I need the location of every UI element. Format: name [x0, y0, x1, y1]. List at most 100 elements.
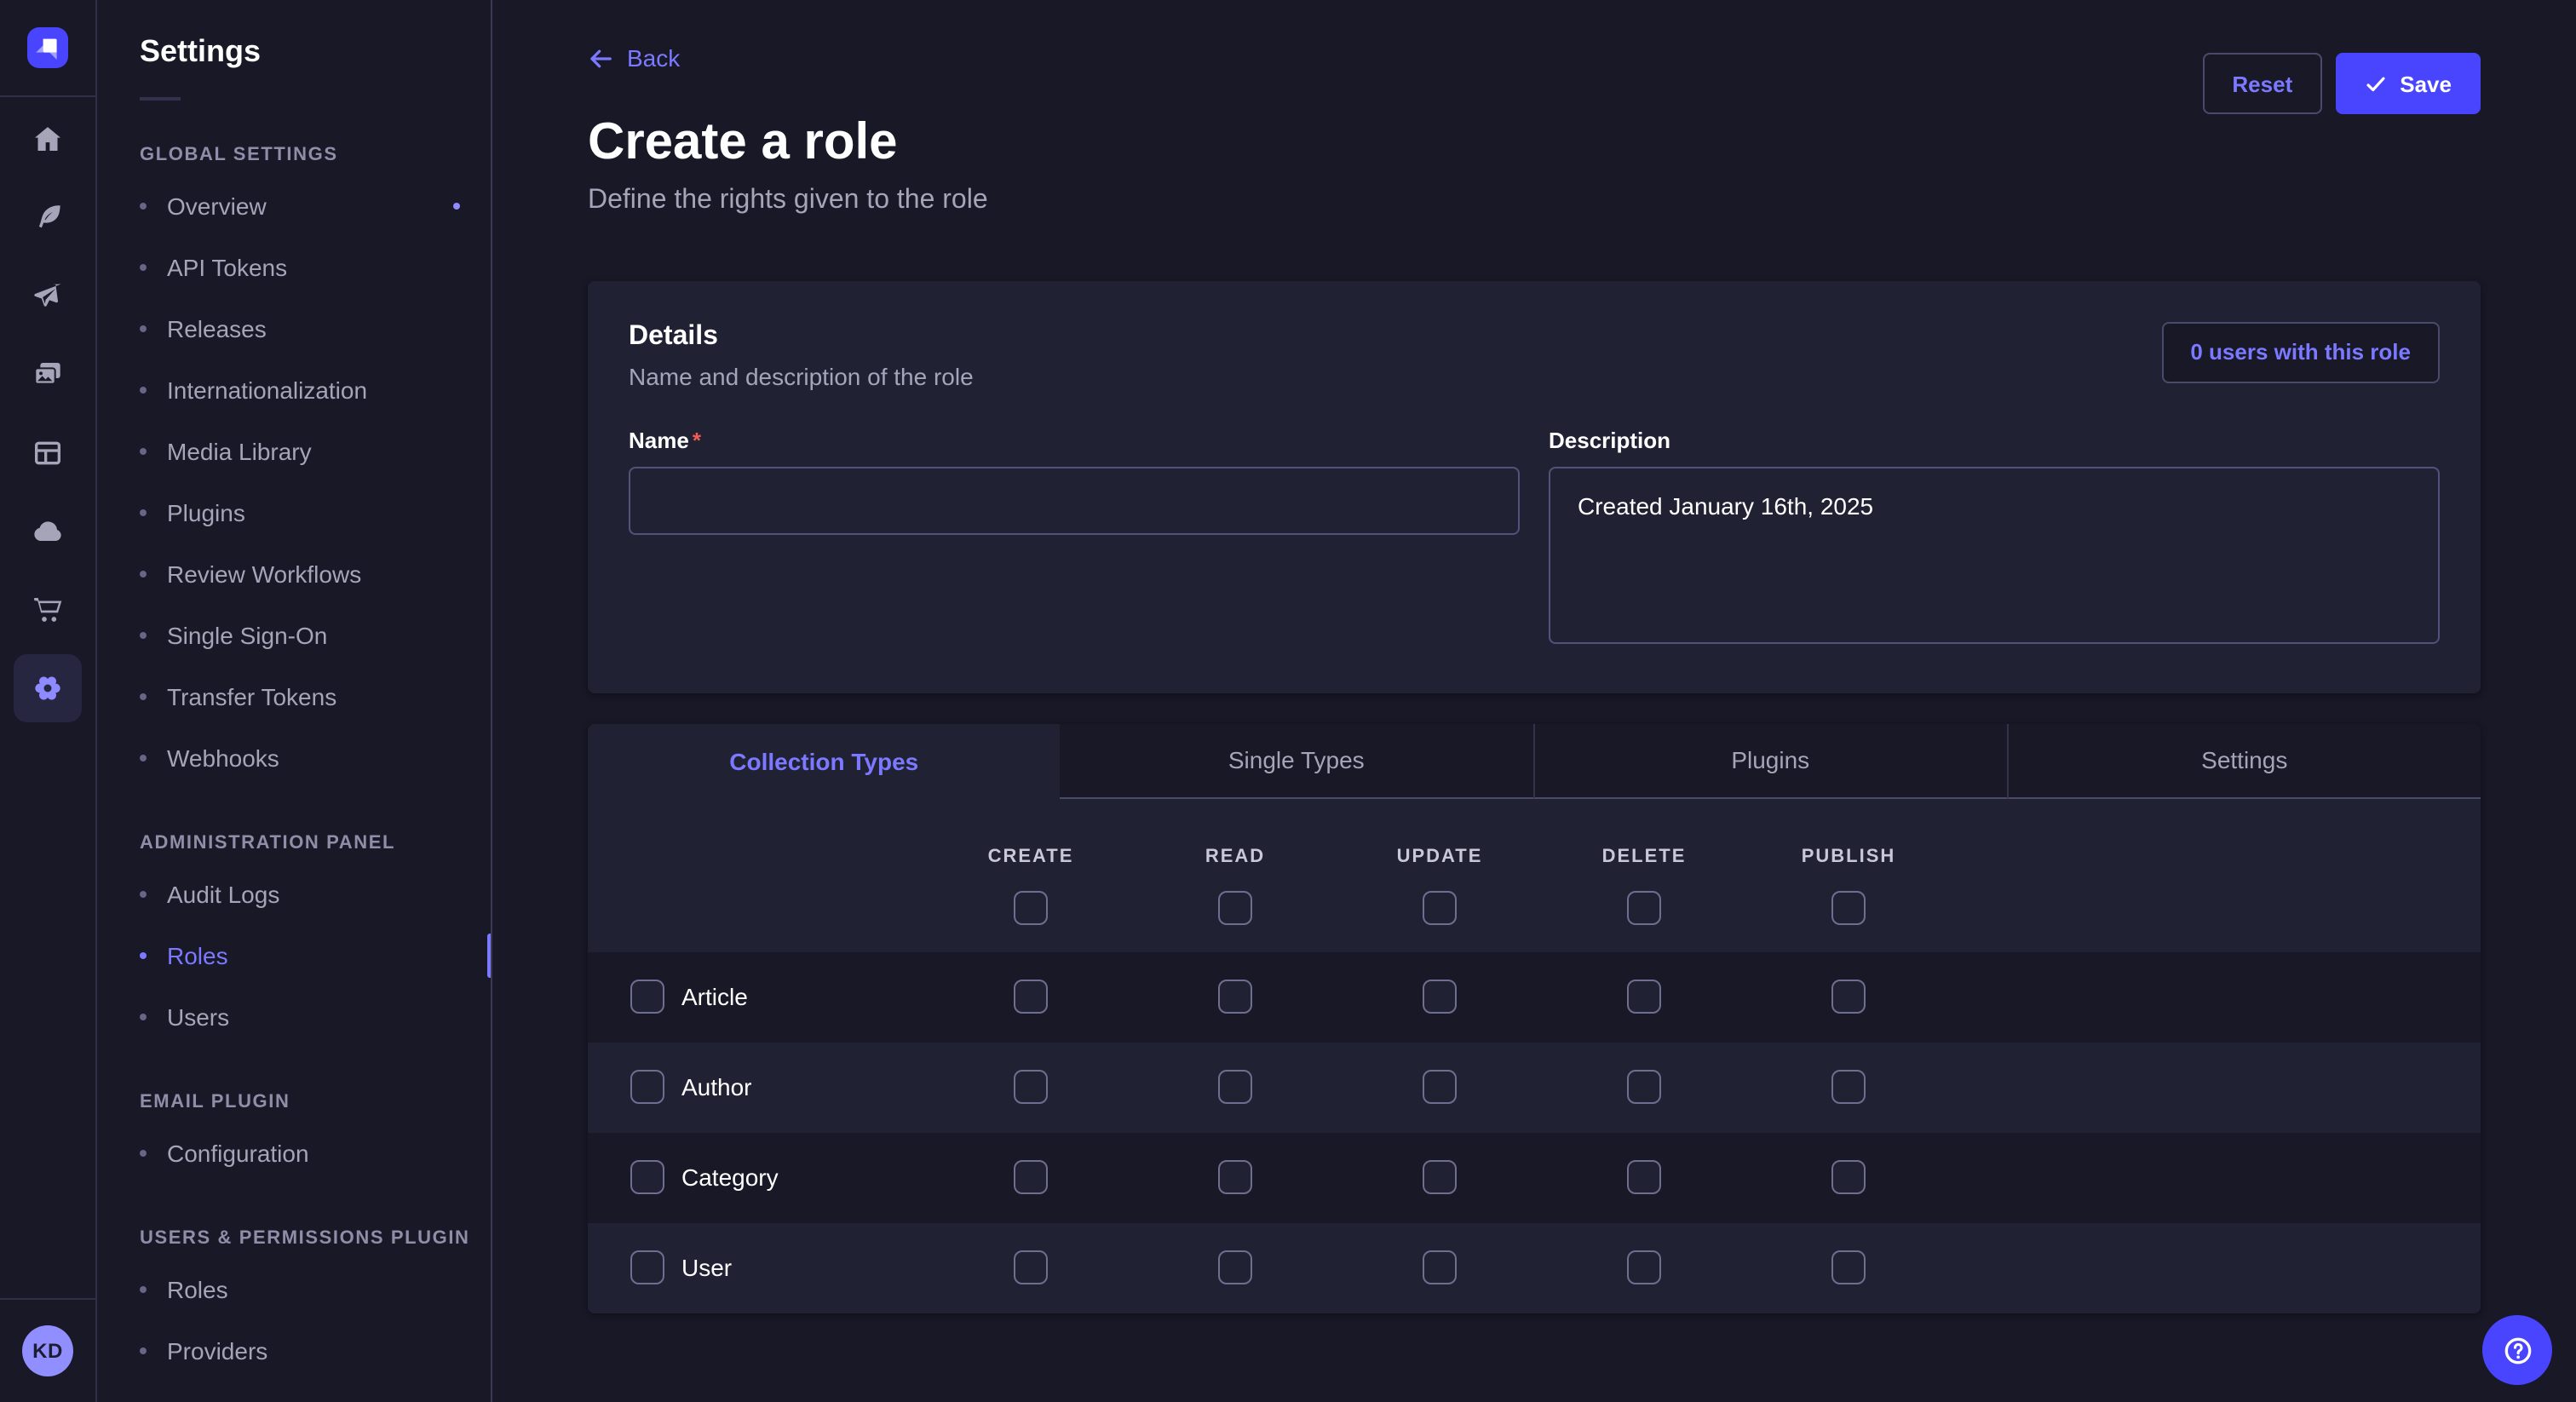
sidebar-item-releases[interactable]: Releases — [123, 298, 491, 359]
name-input[interactable] — [629, 466, 1520, 534]
users-with-role-button[interactable]: 0 users with this role — [2161, 321, 2440, 382]
name-field-group: Name* — [629, 427, 1520, 652]
checkbox-user-delete[interactable] — [1627, 1250, 1661, 1284]
nav-section-label: USERS & PERMISSIONS PLUGIN — [140, 1228, 491, 1249]
sidebar-item-users[interactable]: Users — [123, 986, 491, 1048]
sidebar-item-roles-admin[interactable]: Roles — [123, 925, 491, 986]
nav-section-label: EMAIL PLUGIN — [140, 1092, 491, 1112]
column-header-create: CREATE — [988, 846, 1074, 866]
checkbox-category-create[interactable] — [1014, 1160, 1048, 1194]
checkbox-user-create[interactable] — [1014, 1250, 1048, 1284]
sidebar-item-plugins[interactable]: Plugins — [123, 482, 491, 543]
checkbox-author-delete[interactable] — [1627, 1070, 1661, 1104]
nav-section-label: GLOBAL SETTINGS — [140, 145, 491, 165]
rail-divider — [0, 1298, 95, 1300]
check-icon — [2364, 72, 2386, 95]
sidebar-item-single-sign-on[interactable]: Single Sign-On — [123, 605, 491, 666]
checkbox-category-update[interactable] — [1423, 1160, 1457, 1194]
checkbox-user-update[interactable] — [1423, 1250, 1457, 1284]
checkbox-user-read[interactable] — [1218, 1250, 1252, 1284]
paper-plane-icon[interactable] — [14, 262, 82, 330]
select-all-create-checkbox[interactable] — [1014, 890, 1048, 924]
sidebar-item-transfer-tokens[interactable]: Transfer Tokens — [123, 666, 491, 727]
checkbox-author-read[interactable] — [1218, 1070, 1252, 1104]
checkbox-category-read[interactable] — [1218, 1160, 1252, 1194]
bullet-icon — [140, 1014, 147, 1020]
checkbox-user-publish[interactable] — [1831, 1250, 1866, 1284]
checkbox-article-publish[interactable] — [1831, 980, 1866, 1014]
column-header-publish: PUBLISH — [1802, 846, 1896, 866]
row-select-checkbox-category[interactable] — [630, 1160, 664, 1194]
gear-icon[interactable] — [14, 654, 82, 722]
checkbox-author-publish[interactable] — [1831, 1070, 1866, 1104]
help-button[interactable] — [2482, 1315, 2552, 1385]
back-button[interactable]: Back — [588, 44, 680, 72]
main-content: Back Create a role Define the rights giv… — [492, 0, 2576, 1402]
checkbox-article-delete[interactable] — [1627, 980, 1661, 1014]
rail-bottom: KD — [0, 1298, 95, 1402]
bullet-icon — [140, 509, 147, 516]
checkbox-article-update[interactable] — [1423, 980, 1457, 1014]
sidebar-item-review-workflows[interactable]: Review Workflows — [123, 543, 491, 605]
user-avatar[interactable]: KD — [22, 1325, 73, 1376]
bullet-icon — [140, 1286, 147, 1293]
sidebar-item-internationalization[interactable]: Internationalization — [123, 359, 491, 421]
table-row-user: User — [588, 1222, 2481, 1313]
select-all-delete-checkbox[interactable] — [1627, 890, 1661, 924]
select-all-read-checkbox[interactable] — [1218, 890, 1252, 924]
row-select-checkbox-author[interactable] — [630, 1070, 664, 1104]
sidebar-item-media-library[interactable]: Media Library — [123, 421, 491, 482]
bullet-icon — [140, 952, 147, 959]
details-subtitle: Name and description of the role — [629, 362, 974, 389]
table-row-category: Category — [588, 1132, 2481, 1222]
description-field-group: Description Created January 16th, 2025 — [1549, 427, 2440, 652]
select-all-publish-checkbox[interactable] — [1831, 890, 1866, 924]
permissions-header-row: CREATE READ UPDATE DELETE PUBLISH — [588, 798, 2481, 951]
page-subtitle: Define the rights given to the role — [588, 185, 2481, 215]
header-actions: Reset Save — [2203, 53, 2481, 114]
bullet-icon — [140, 1347, 147, 1354]
tab-single-types[interactable]: Single Types — [1061, 723, 1533, 798]
cart-icon[interactable] — [14, 576, 82, 644]
sidebar-item-overview[interactable]: Overview — [123, 175, 491, 237]
save-button[interactable]: Save — [2335, 53, 2481, 114]
row-select-checkbox-user[interactable] — [630, 1250, 664, 1284]
required-asterisk: * — [693, 427, 701, 452]
sidebar-item-api-tokens[interactable]: API Tokens — [123, 237, 491, 298]
checkbox-category-delete[interactable] — [1627, 1160, 1661, 1194]
sidebar-item-audit-logs[interactable]: Audit Logs — [123, 864, 491, 925]
sidebar-item-configuration[interactable]: Configuration — [123, 1123, 491, 1184]
sidebar-title-divider — [140, 97, 181, 101]
tab-settings[interactable]: Settings — [2007, 723, 2481, 798]
column-header-update: UPDATE — [1397, 846, 1483, 866]
cloud-icon[interactable] — [14, 497, 82, 566]
tab-collection-types[interactable]: Collection Types — [588, 723, 1061, 798]
checkbox-author-create[interactable] — [1014, 1070, 1048, 1104]
select-all-update-checkbox[interactable] — [1423, 890, 1457, 924]
sidebar-item-providers[interactable]: Providers — [123, 1320, 491, 1382]
row-select-checkbox-article[interactable] — [630, 980, 664, 1014]
bullet-icon — [140, 203, 147, 210]
nav-section-administration-panel: ADMINISTRATION PANEL Audit Logs Roles Us… — [140, 833, 491, 1048]
icon-rail: KD — [0, 0, 97, 1402]
bullet-icon — [140, 325, 147, 332]
bullet-icon — [140, 693, 147, 700]
sidebar-item-roles-up[interactable]: Roles — [123, 1259, 491, 1320]
sidebar-item-webhooks[interactable]: Webhooks — [123, 727, 491, 789]
images-icon[interactable] — [14, 341, 82, 409]
home-icon[interactable] — [14, 106, 82, 174]
checkbox-article-create[interactable] — [1014, 980, 1048, 1014]
sidebar-title: Settings — [140, 34, 491, 70]
checkbox-category-publish[interactable] — [1831, 1160, 1866, 1194]
checkbox-article-read[interactable] — [1218, 980, 1252, 1014]
reset-button[interactable]: Reset — [2203, 53, 2321, 114]
description-textarea[interactable]: Created January 16th, 2025 — [1549, 466, 2440, 643]
tab-plugins[interactable]: Plugins — [1532, 723, 2007, 798]
notification-dot — [453, 203, 460, 210]
feather-icon[interactable] — [14, 184, 82, 252]
nav-section-global-settings: GLOBAL SETTINGS Overview API Tokens Rele… — [140, 145, 491, 789]
permissions-card: Collection Types Single Types Plugins Se… — [588, 723, 2481, 1313]
question-mark-icon — [2500, 1333, 2534, 1367]
checkbox-author-update[interactable] — [1423, 1070, 1457, 1104]
layout-icon[interactable] — [14, 419, 82, 487]
